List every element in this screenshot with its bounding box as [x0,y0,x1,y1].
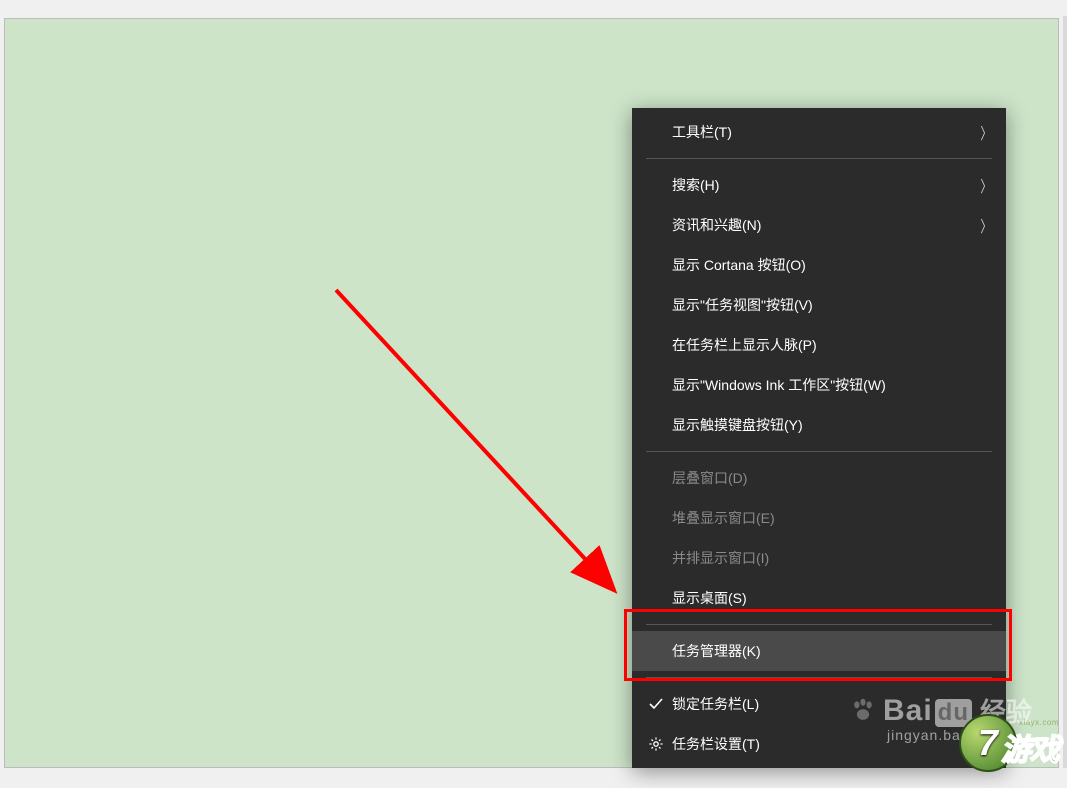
chevron-right-icon: 〉 [980,120,991,144]
menu-label: 显示"Windows Ink 工作区"按钮(W) [672,375,994,395]
menu-item-show-desktop[interactable]: 显示桌面(S) [632,578,1006,618]
menu-item-show-cortana[interactable]: 显示 Cortana 按钮(O) [632,245,1006,285]
menu-item-cascade-windows: 层叠窗口(D) [632,458,1006,498]
menu-item-show-people[interactable]: 在任务栏上显示人脉(P) [632,325,1006,365]
menu-item-stack-windows: 堆叠显示窗口(E) [632,498,1006,538]
gear-icon [648,736,672,752]
menu-separator [646,624,992,625]
menu-item-show-touch-keyboard[interactable]: 显示触摸键盘按钮(Y) [632,405,1006,445]
menu-label: 显示 Cortana 按钮(O) [672,255,994,275]
menu-item-lock-taskbar[interactable]: 锁定任务栏(L) [632,684,1006,724]
menu-label: 显示触摸键盘按钮(Y) [672,415,994,435]
chevron-right-icon: 〉 [980,213,991,237]
menu-item-toolbars[interactable]: 工具栏(T) 〉 [632,112,1006,152]
menu-label: 任务管理器(K) [672,641,994,661]
menu-item-taskbar-settings[interactable]: 任务栏设置(T) [632,724,1006,764]
taskbar-context-menu: 工具栏(T) 〉 搜索(H) 〉 资讯和兴趣(N) 〉 显示 Cortana 按… [632,108,1006,768]
menu-separator [646,158,992,159]
menu-item-side-by-side: 并排显示窗口(I) [632,538,1006,578]
menu-label: 在任务栏上显示人脉(P) [672,335,994,355]
vertical-scrollbar[interactable] [1063,16,1067,768]
menu-item-show-ink-workspace[interactable]: 显示"Windows Ink 工作区"按钮(W) [632,365,1006,405]
menu-label: 资讯和兴趣(N) [672,215,978,235]
menu-separator [646,451,992,452]
menu-label: 任务栏设置(T) [672,734,994,754]
chevron-right-icon: 〉 [980,173,991,197]
menu-label: 显示桌面(S) [672,588,994,608]
menu-item-show-task-view[interactable]: 显示"任务视图"按钮(V) [632,285,1006,325]
menu-item-search[interactable]: 搜索(H) 〉 [632,165,1006,205]
menu-item-task-manager[interactable]: 任务管理器(K) [632,631,1006,671]
menu-label: 层叠窗口(D) [672,468,994,488]
menu-label: 锁定任务栏(L) [672,694,994,714]
menu-item-news-interests[interactable]: 资讯和兴趣(N) 〉 [632,205,1006,245]
check-icon [648,696,672,712]
menu-separator [646,677,992,678]
menu-label: 并排显示窗口(I) [672,548,994,568]
menu-label: 显示"任务视图"按钮(V) [672,295,994,315]
menu-label: 堆叠显示窗口(E) [672,508,994,528]
menu-label: 搜索(H) [672,175,978,195]
menu-label: 工具栏(T) [672,122,978,142]
